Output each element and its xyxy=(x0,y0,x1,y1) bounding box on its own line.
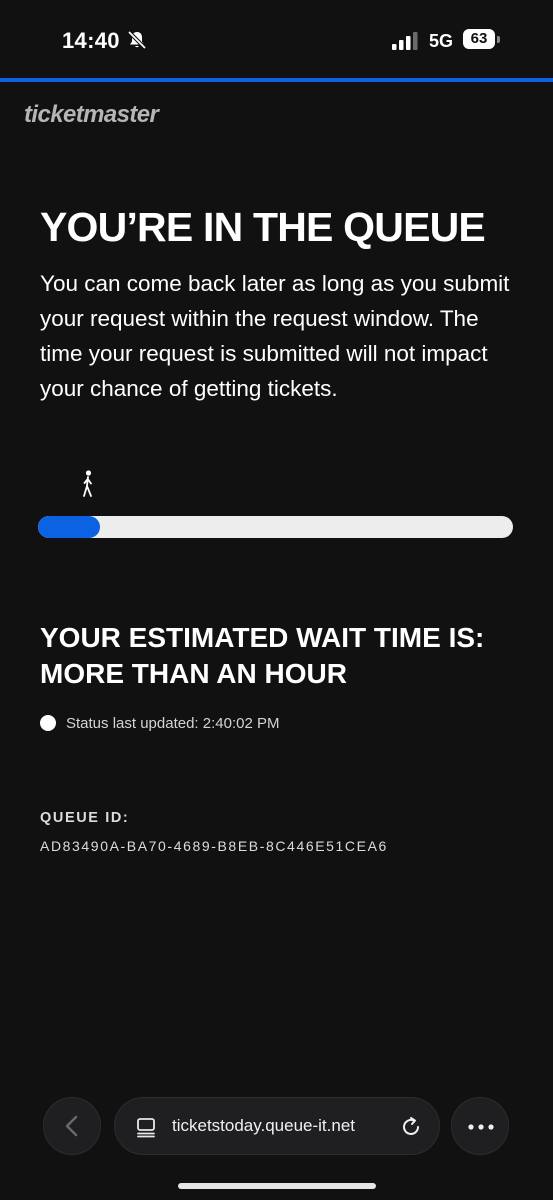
queue-id-value: AD83490A-BA70-4689-B8EB-8C446E51CEA6 xyxy=(40,838,388,854)
reload-icon[interactable] xyxy=(400,1116,422,1138)
queue-progress-bar xyxy=(38,516,513,538)
walking-person-icon xyxy=(83,470,92,497)
network-label: 5G xyxy=(429,31,454,51)
battery-level: 63 xyxy=(463,29,495,49)
chevron-left-icon xyxy=(65,1115,78,1137)
queue-description: You can come back later as long as you s… xyxy=(40,271,510,401)
browser-toolbar: ticketstoday.queue-it.net xyxy=(0,1094,553,1160)
url-text[interactable]: ticketstoday.queue-it.net xyxy=(172,1116,355,1136)
home-indicator[interactable] xyxy=(178,1183,376,1189)
status-time: 14:40 xyxy=(62,28,120,53)
queue-id-label: QUEUE ID: xyxy=(40,810,130,826)
status-bar: 14:40 5G 63 xyxy=(0,0,553,78)
status-indicator-dot xyxy=(40,715,56,731)
battery-tip xyxy=(497,36,500,43)
queue-progress-fill xyxy=(38,516,100,538)
top-accent-bar xyxy=(0,78,553,82)
status-last-updated: Status last updated: 2:40:02 PM xyxy=(66,715,280,732)
more-icon xyxy=(468,1124,494,1130)
address-bar[interactable]: ticketstoday.queue-it.net xyxy=(114,1097,440,1155)
battery-icon: 63 xyxy=(463,29,500,51)
estimated-wait-title: YOUR ESTIMATED WAIT TIME IS: MORE THAN A… xyxy=(40,622,485,689)
ticketmaster-logo[interactable]: ticketmaster xyxy=(24,101,159,129)
bell-slash-icon xyxy=(127,30,147,50)
page-icon[interactable] xyxy=(135,1116,157,1138)
signal-icon xyxy=(392,32,418,50)
more-button[interactable] xyxy=(451,1097,509,1155)
back-button[interactable] xyxy=(43,1097,101,1155)
page-title: YOU’RE IN THE QUEUE xyxy=(40,204,486,250)
